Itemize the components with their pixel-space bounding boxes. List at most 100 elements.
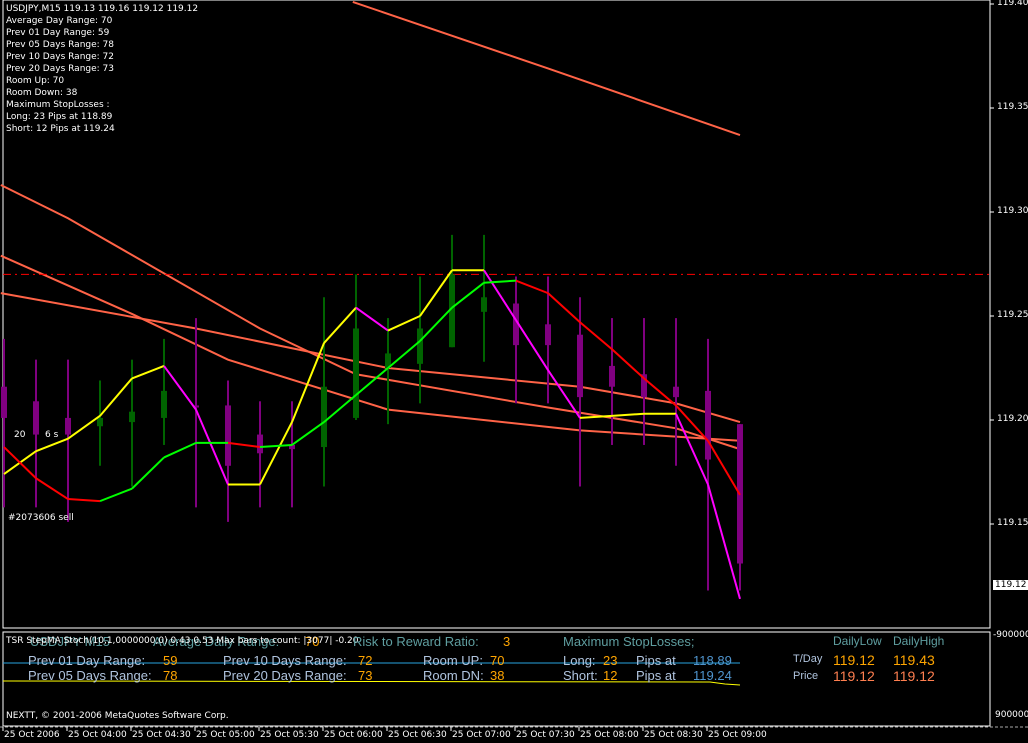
candle-body (33, 401, 39, 435)
candle (97, 380, 103, 466)
info-line: Short: 12 Pips at 119.24 (6, 124, 115, 134)
step-ma-segment (163, 365, 197, 411)
info-line: Room Down: 38 (6, 88, 78, 98)
trend-line-segment (99, 487, 133, 503)
price-high: 119.12 (893, 668, 935, 684)
time-tick-label: 25 Oct 09:00 (708, 730, 767, 740)
today-low: 119.12 (833, 652, 875, 668)
info-line: Long: 23 Pips at 118.89 (6, 112, 113, 122)
step-ma-segment (707, 484, 741, 600)
prev10-value: 72 (358, 653, 373, 668)
step-ma-segment (323, 307, 357, 344)
rr-label: Risk to Reward Ratio: (353, 634, 479, 649)
prev01-value: 59 (163, 653, 178, 668)
info-line: Average Day Range: 70 (6, 16, 113, 26)
candle-body (705, 390, 711, 460)
candle (673, 318, 679, 466)
price-tick-label: 119.30 (997, 206, 1028, 216)
candle-body (545, 324, 551, 346)
candle-body (577, 334, 583, 398)
copyright: NEXTT, © 2001-2006 MetaQuotes Software C… (6, 711, 229, 721)
trend-line-segment (579, 321, 613, 351)
candle (449, 234, 455, 348)
candle-body (353, 328, 359, 418)
moving-average-line (352, 0, 741, 136)
price-tick-label: 119.15 (997, 518, 1028, 528)
time-tick-label: 25 Oct 06:30 (388, 730, 447, 740)
partial-label: 6 s (45, 430, 59, 440)
time-tick-label: 25 Oct 08:30 (644, 730, 703, 740)
time-tick-label: 25 Oct 06:00 (324, 730, 383, 740)
step-ma-segment (611, 412, 645, 417)
order-label[interactable]: #2073606 sell (8, 513, 74, 524)
candle (225, 380, 231, 522)
prev20-value: 73 (358, 668, 373, 683)
info-overlay: USDJPY,M15 119.13 119.16 119.12 119.12 A… (6, 3, 198, 135)
candle-body (609, 365, 615, 387)
candle-body (417, 328, 423, 364)
long-pips-at: Pips at (636, 653, 676, 668)
rr-value: 3 (503, 634, 511, 649)
max-stoploss-label: Maximum StopLosses; (563, 634, 695, 649)
candle (737, 424, 743, 591)
price-low: 119.12 (833, 668, 875, 684)
step-ma-segment (483, 269, 517, 321)
candle (513, 276, 519, 404)
time-tick-label: 25 Oct 05:00 (196, 730, 255, 740)
candle-body (65, 417, 71, 435)
candle-body (161, 390, 167, 418)
symbol-ohlc-header: USDJPY,M15 119.13 119.16 119.12 119.12 (6, 4, 199, 14)
today-label: T/Day (793, 653, 823, 665)
candle (1, 338, 7, 508)
price-label: Price (793, 670, 819, 682)
trend-line-segment (259, 443, 293, 449)
price-tick-label: 119.20 (997, 414, 1028, 424)
candle (705, 338, 711, 591)
candle (609, 318, 615, 445)
panel-axis-bottom: 9000000 (995, 710, 1028, 720)
prev01-label: Prev 01 Day Range: (28, 653, 146, 668)
roomdn-value: 38 (490, 668, 505, 683)
trend-line-segment (515, 279, 549, 295)
indicator-label: TSR StepMA Stoch(10,1,0000000,0) 0.43 0.… (6, 636, 359, 646)
candle-body (481, 297, 487, 312)
daily-low-header: DailyLow (833, 634, 882, 648)
trend-line-segment (419, 306, 453, 342)
time-tick-label: 25 Oct 05:30 (260, 730, 319, 740)
long-label: Long: (563, 653, 596, 668)
candle-body (129, 411, 135, 423)
trend-line-segment (387, 340, 421, 369)
info-line: Prev 05 Days Range: 78 (6, 40, 114, 50)
current-price-label: 119.12 (993, 580, 1028, 590)
candle-body (225, 405, 231, 466)
candle-body (1, 386, 7, 418)
candle (257, 401, 263, 508)
trend-line-segment (483, 279, 517, 284)
trend-line-segment (611, 348, 645, 380)
trend-line-segment (227, 441, 261, 449)
step-ma-segment (131, 364, 165, 380)
panel-axis-top: -9000000 (993, 630, 1028, 640)
short-pips: 12 (603, 668, 618, 683)
candle-body (673, 386, 679, 398)
step-ma-segment (99, 377, 133, 417)
step-ma-segment (515, 319, 549, 371)
trend-line-segment (707, 440, 741, 496)
trend-line-segment (291, 421, 325, 446)
short-pips-at: Pips at (636, 668, 676, 683)
info-line: Prev 10 Days Range: 72 (6, 52, 114, 62)
info-line: Maximum StopLosses : (6, 100, 110, 110)
today-high: 119.43 (893, 652, 935, 668)
candle (321, 297, 327, 487)
prev10-label: Prev 10 Days Range: (223, 653, 347, 668)
long-price: 118.89 (693, 653, 732, 668)
prev05-value: 78 (163, 668, 178, 683)
candle (161, 338, 167, 445)
roomup-value: 70 (490, 653, 505, 668)
step-ma-segment (355, 306, 389, 332)
price-tick-label: 119.35 (997, 102, 1028, 112)
trend-line-segment (131, 456, 165, 490)
short-price: 119.24 (693, 668, 732, 683)
daily-high-header: DailyHigh (893, 634, 945, 648)
info-line: Prev 20 Days Range: 73 (6, 64, 114, 74)
